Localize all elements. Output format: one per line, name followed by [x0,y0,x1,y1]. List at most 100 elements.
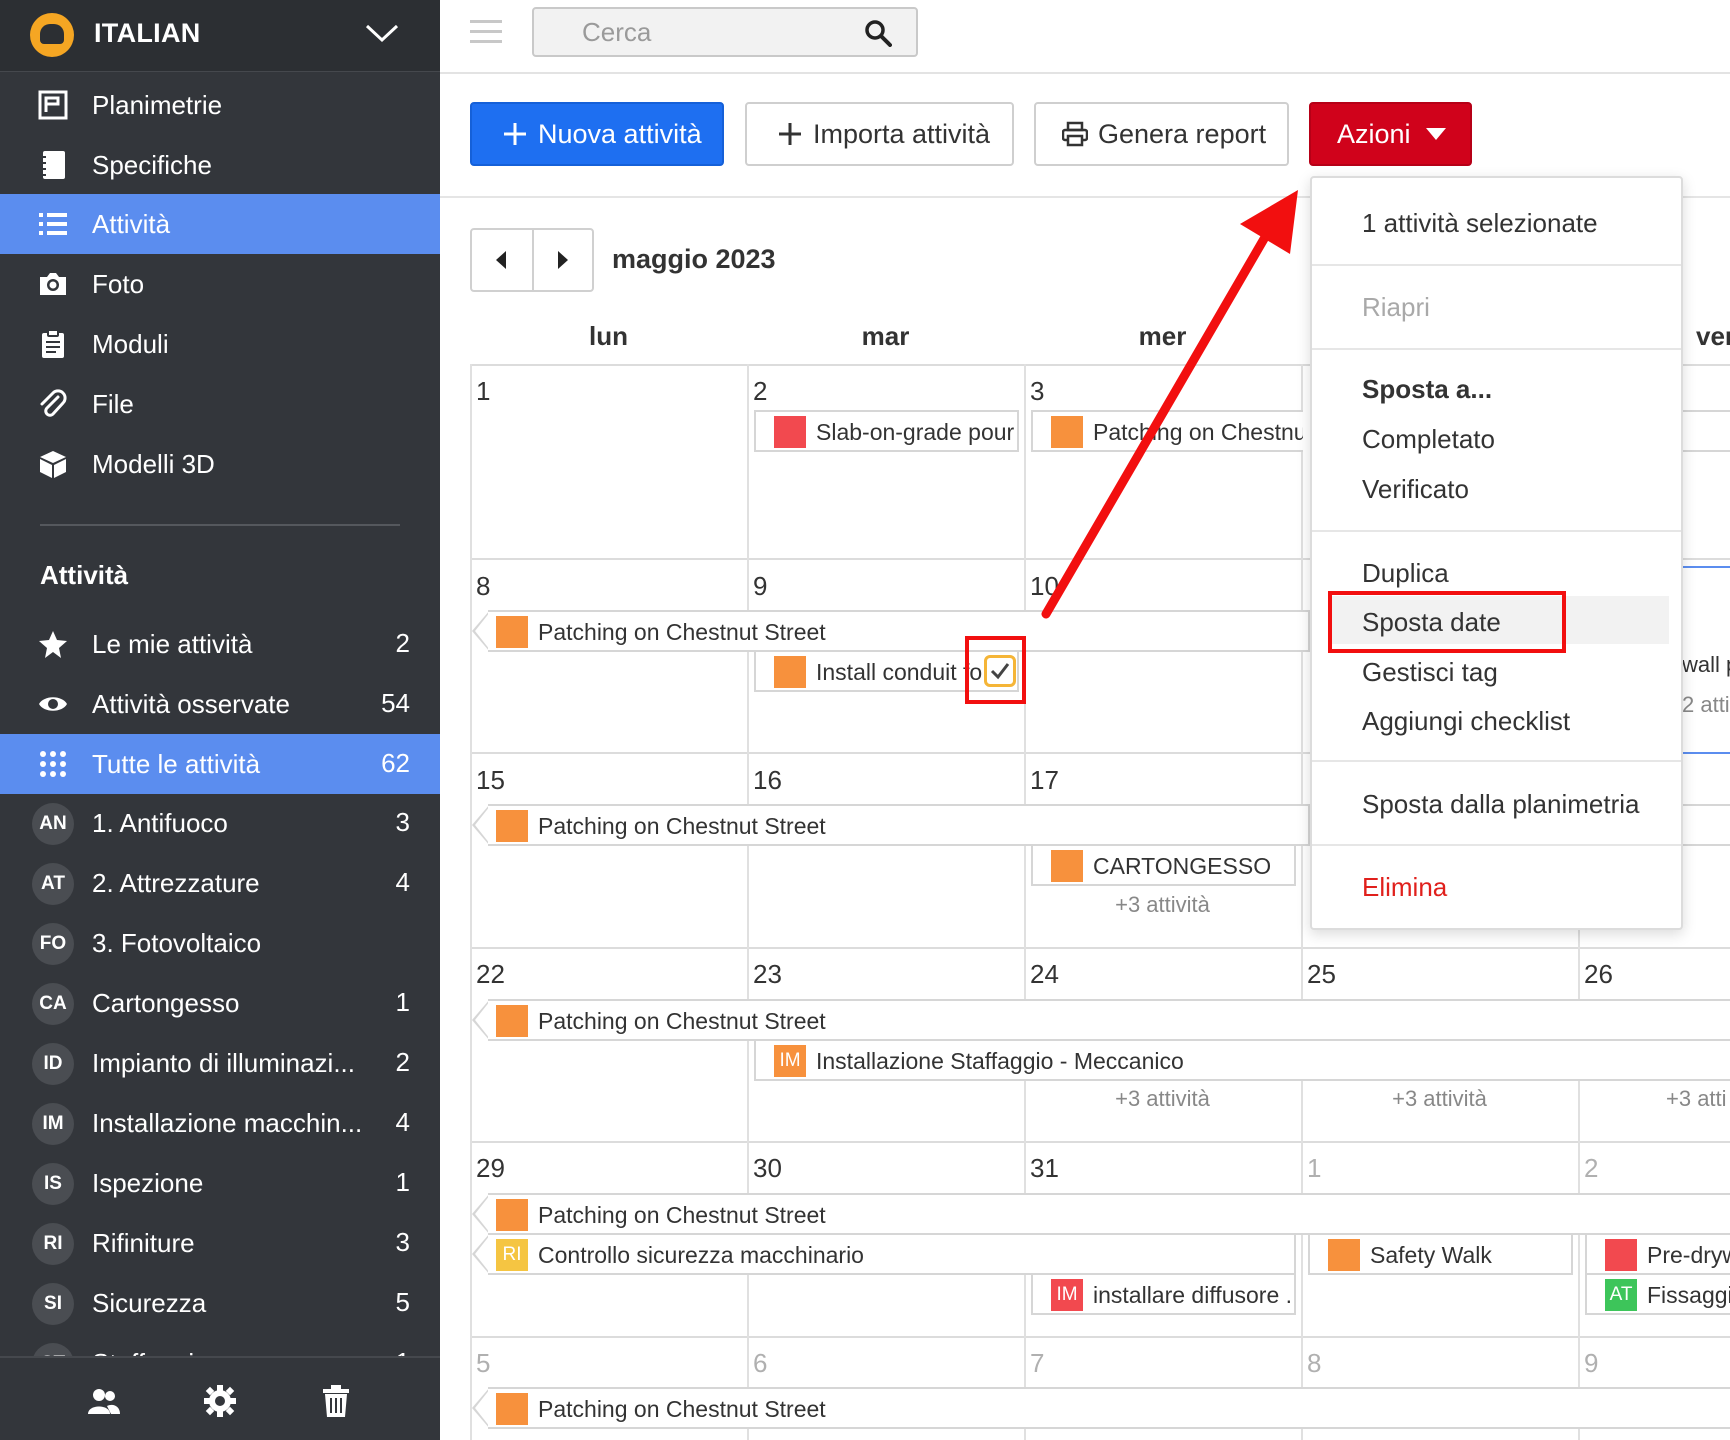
event-title: Patching on Chestnut Street [538,1202,826,1228]
calendar-event[interactable]: IM Installazione Staffaggio - Meccanico [754,1039,1730,1081]
calendar-event[interactable]: Patching on Chestnut Street [488,804,1310,846]
category-item[interactable]: SI Sicurezza 5 [0,1273,440,1333]
search-box[interactable] [532,7,918,57]
calendar-event[interactable]: AT Fissaggio [1585,1273,1730,1315]
event-title: Installazione Staffaggio - Meccanico [816,1048,1184,1074]
nav-attivita[interactable]: Attività [0,194,440,254]
filter-watched-activities[interactable]: Attività osservate 54 [0,674,440,734]
nav-foto[interactable]: Foto [0,254,440,314]
calendar-event[interactable]: Patching on Chestnut St [1031,410,1303,452]
more-activities-link[interactable]: +3 attività [1024,1086,1301,1112]
more-activities-link[interactable]: +3 atti [1578,1086,1730,1112]
menu-item-reopen[interactable]: Riapri [1362,292,1430,323]
search-input[interactable] [582,17,862,47]
event-title: Install conduit fo [816,659,983,685]
category-swatch [774,656,806,688]
menu-item-delete[interactable]: Elimina [1362,872,1447,903]
category-item[interactable]: FO 3. Fotovoltaico [0,913,440,973]
prev-month-button[interactable] [472,230,532,290]
notebook-icon [41,151,65,179]
users-icon[interactable] [87,1384,121,1418]
hamburger-menu-icon[interactable] [470,20,502,44]
category-swatch [1605,1239,1637,1271]
nav-specifiche[interactable]: Specifiche [0,135,440,195]
nav-moduli[interactable]: Moduli [0,314,440,374]
menu-item-move-from-plan[interactable]: Sposta dalla planimetria [1362,789,1640,820]
next-month-button[interactable] [534,230,594,290]
calendar-event[interactable]: Patching on Chestnut Street [488,1193,1730,1235]
camera-icon [40,273,66,295]
category-count: 4 [395,1107,410,1137]
grid-line [470,364,472,1440]
calendar-event[interactable]: Slab-on-grade pour [754,410,1019,452]
calendar-event[interactable]: IM installare diffusore ... [1031,1273,1296,1315]
nav-label: Modelli 3D [92,449,215,479]
category-swatch [496,616,528,648]
day-number: 8 [1307,1348,1322,1378]
calendar-event[interactable]: Patching on Chestnut Street [488,1387,1730,1429]
weekday-header: mer [1138,321,1187,351]
category-item[interactable]: CA Cartongesso 1 [0,973,440,1033]
menu-item-manage-tags[interactable]: Gestisci tag [1362,657,1498,688]
category-item[interactable]: AN 1. Antifuoco 3 [0,793,440,853]
import-activity-button[interactable]: Importa attività [745,102,1014,166]
day-number: 3 [1030,376,1045,406]
grid-line [1301,364,1303,1440]
calendar-event[interactable]: Patching on Chestnut Street [488,999,1730,1041]
menu-item-duplicate[interactable]: Duplica [1362,558,1449,589]
category-item[interactable]: IM Installazione macchin... 4 [0,1093,440,1153]
category-count: 3 [395,1227,410,1257]
category-avatar: FO [32,923,74,965]
category-label: Rifiniture [92,1228,195,1258]
category-count: 4 [395,867,410,897]
calendar-event[interactable]: RI Controllo sicurezza macchinario [488,1233,1296,1275]
calendar-event[interactable]: Patching on Chestnut Street [488,610,1310,652]
filter-my-activities[interactable]: Le mie attività 2 [0,614,440,674]
category-tag: IM [1051,1279,1083,1311]
chevron-down-icon[interactable] [364,22,400,44]
menu-divider [1312,760,1681,762]
calendar-event[interactable]: Safety Walk [1308,1233,1573,1275]
event-title: Controllo sicurezza macchinario [538,1242,864,1268]
category-avatar: SI [32,1283,74,1325]
category-item[interactable]: ID Impianto di illuminazi... 2 [0,1033,440,1093]
calendar-event[interactable]: CARTONGESSO [1031,844,1296,886]
category-item[interactable]: IS Ispezione 1 [0,1153,440,1213]
menu-divider [1312,844,1681,846]
generate-report-button[interactable]: Genera report [1034,102,1289,166]
category-swatch [1328,1239,1360,1271]
actions-dropdown-button[interactable]: Azioni [1309,102,1472,166]
filter-all-activities[interactable]: Tutte le attività 62 [0,734,440,794]
category-item[interactable]: AT 2. Attrezzature 4 [0,853,440,913]
menu-item-verified[interactable]: Verificato [1362,474,1469,505]
nav-file[interactable]: File [0,374,440,434]
category-avatar: IM [32,1103,74,1145]
project-switcher[interactable]: ITALIAN [0,0,440,72]
day-number: 7 [1030,1348,1045,1378]
day-number: 1 [1307,1153,1322,1183]
calendar-event[interactable]: Pre-dryw [1585,1233,1730,1275]
top-bar [440,0,1730,74]
more-activities-link[interactable]: +3 attività [1301,1086,1578,1112]
category-label: Ispezione [92,1168,204,1198]
menu-item-completed[interactable]: Completato [1362,424,1495,455]
more-activities-link[interactable]: +3 attività [1024,892,1301,918]
import-activity-label: Importa attività [813,118,991,149]
category-avatar: AN [32,803,74,845]
filter-count: 54 [381,688,410,718]
trash-icon[interactable] [319,1384,353,1418]
nav-label: Specifiche [92,150,212,180]
nav-modelli-3d[interactable]: Modelli 3D [0,434,440,494]
nav-planimetrie[interactable]: Planimetrie [0,75,440,135]
category-item[interactable]: RI Rifiniture 3 [0,1213,440,1273]
star-icon [39,631,67,658]
new-activity-button[interactable]: Nuova attività [470,102,724,166]
search-icon[interactable] [864,19,892,47]
day-number: 23 [753,959,782,989]
category-swatch [774,416,806,448]
menu-item-add-checklist[interactable]: Aggiungi checklist [1362,706,1570,737]
menu-item-move-to[interactable]: Sposta a... [1362,374,1492,405]
weekday-header: lun [589,321,628,351]
day-number: 24 [1030,959,1059,989]
gear-icon[interactable] [203,1384,237,1418]
